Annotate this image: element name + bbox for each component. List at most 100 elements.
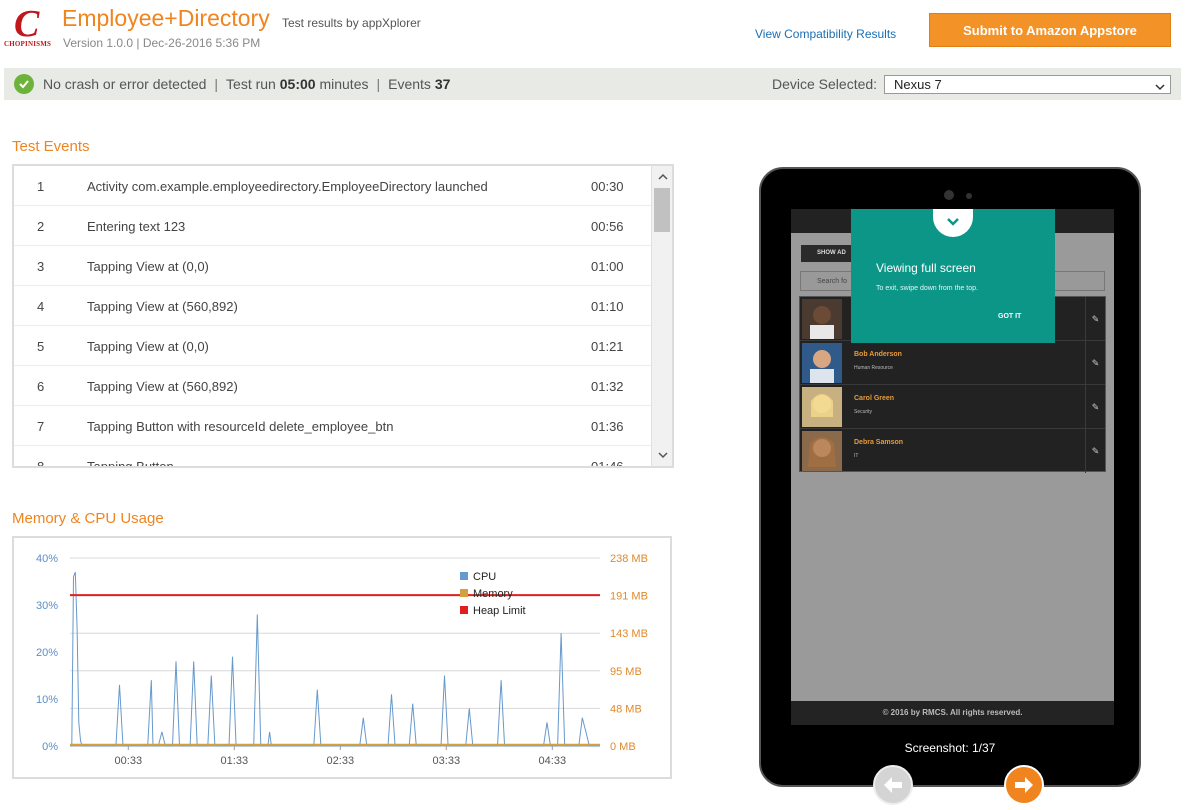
y-right-tick-label: 143 MB <box>610 628 648 640</box>
event-number: 6 <box>37 379 45 394</box>
app-subtitle: Test results by appXplorer <box>282 16 421 30</box>
version-info: Version 1.0.0 | Dec-26-2016 5:36 PM <box>63 36 261 50</box>
fullscreen-overlay: Viewing full screen To exit, swipe down … <box>851 209 1055 343</box>
x-tick-label: 00:33 <box>115 755 143 767</box>
status-message: No crash or error detected <box>43 76 207 92</box>
employee-row: Bob Anderson Human Resource ✎ <box>800 341 1105 385</box>
usage-chart: 238 MB 191 MB 143 MB 95 MB 48 MB 0 MB 40% 30% 20… <box>12 536 672 779</box>
app-title: Employee+Directory <box>62 5 270 31</box>
employee-dept: Security <box>854 409 873 415</box>
event-number: 5 <box>37 339 45 354</box>
event-time: 00:30 <box>591 179 624 194</box>
events-scrollbar[interactable] <box>651 166 672 466</box>
event-row[interactable]: 3 Tapping View at (0,0) 01:00 <box>14 246 651 286</box>
events-label: Events <box>388 76 431 92</box>
device-select[interactable]: Nexus 7 <box>884 75 1171 94</box>
y-left-tick-label: 10% <box>36 694 58 706</box>
arrow-left-icon <box>884 777 902 793</box>
app-logo: C CHOPINISMS <box>4 3 56 50</box>
compatibility-results-link[interactable]: View Compatibility Results <box>755 27 896 41</box>
test-run-prefix: Test run <box>226 76 276 92</box>
pencil-icon: ✎ <box>1085 341 1105 385</box>
event-time: 01:32 <box>591 379 624 394</box>
screenshot-counter: Screenshot: 1/37 <box>904 741 996 755</box>
cpu-series-line <box>70 571 600 747</box>
event-number: 3 <box>37 259 45 274</box>
event-number: 4 <box>37 299 45 314</box>
employee-row: Carol Green Security ✎ <box>800 385 1105 429</box>
event-time: 00:56 <box>591 219 624 234</box>
event-text: Tapping View at (560,892) <box>87 379 238 394</box>
submit-appstore-button[interactable]: Submit to Amazon Appstore <box>929 13 1171 47</box>
employee-row: Debra Samson IT ✎ <box>800 429 1105 473</box>
event-number: 2 <box>37 219 45 234</box>
employee-dept: Human Resource <box>854 365 893 371</box>
legend-label: CPU <box>473 571 496 583</box>
event-text: Tapping View at (0,0) <box>87 339 209 354</box>
event-row[interactable]: 2 Entering text 123 00:56 <box>14 206 651 246</box>
employee-name: Carol Green <box>854 395 895 402</box>
y-left-tick-label: 30% <box>36 600 58 612</box>
scrollbar-thumb[interactable] <box>654 188 670 232</box>
event-number: 8 <box>37 459 45 468</box>
arrow-right-icon <box>1015 777 1033 793</box>
legend-label: Heap Limit <box>473 605 526 617</box>
employee-name: Debra Samson <box>854 439 904 446</box>
event-time: 01:10 <box>591 299 624 314</box>
device-screenshot: SHOW AD Search fo ✎ Bob Anderson Human R… <box>791 209 1114 725</box>
event-time: 01:36 <box>591 419 624 434</box>
test-events-title: Test Events <box>12 138 90 155</box>
event-row[interactable]: 8 Tapping Button 01:46 <box>14 446 651 468</box>
device-label: Device Selected: <box>772 76 878 92</box>
app-footer: © 2016 by RMCS. All rights reserved. <box>791 701 1114 725</box>
status-separator: | <box>214 76 219 92</box>
event-number: 1 <box>37 179 45 194</box>
pencil-icon: ✎ <box>1085 385 1105 429</box>
x-tick-label: 01:33 <box>221 755 249 767</box>
test-run-suffix: minutes <box>319 76 369 92</box>
next-screenshot-button[interactable] <box>1004 765 1044 805</box>
y-left-tick-label: 0% <box>42 741 58 753</box>
pencil-icon: ✎ <box>1085 297 1105 341</box>
chevron-down-icon <box>1155 79 1165 96</box>
event-row[interactable]: 7 Tapping Button with resourceId delete_e… <box>14 406 651 446</box>
employee-dept: IT <box>854 453 859 459</box>
event-row[interactable]: 6 Tapping View at (560,892) 01:32 <box>14 366 651 406</box>
camera-icon <box>944 190 954 200</box>
test-events-list: 1 Activity com.example.employeedirectory.… <box>12 164 674 468</box>
check-icon <box>14 74 34 94</box>
device-frame: SHOW AD Search fo ✎ Bob Anderson Human R… <box>759 167 1141 805</box>
legend-swatch <box>460 572 468 580</box>
event-row[interactable]: 5 Tapping View at (0,0) 01:21 <box>14 326 651 366</box>
y-right-tick-label: 238 MB <box>610 553 648 565</box>
legend-label: Memory <box>473 588 513 600</box>
event-text: Tapping View at (0,0) <box>87 259 209 274</box>
scroll-up-icon[interactable] <box>652 168 672 186</box>
y-right-tick-label: 48 MB <box>610 703 642 715</box>
legend-swatch <box>460 606 468 614</box>
usage-chart-svg: 238 MB 191 MB 143 MB 95 MB 48 MB 0 MB 40% 30% 20… <box>36 553 648 767</box>
x-tick-label: 03:33 <box>433 755 461 767</box>
employee-name: Bob Anderson <box>854 351 902 358</box>
previous-screenshot-button[interactable] <box>873 765 913 805</box>
pencil-icon: ✎ <box>1085 429 1105 473</box>
y-left-tick-label: 20% <box>36 647 58 659</box>
event-text: Activity com.example.employeedirectory.E… <box>87 179 488 194</box>
event-time: 01:21 <box>591 339 624 354</box>
usage-title: Memory & CPU Usage <box>12 510 164 527</box>
test-run-duration: 05:00 <box>279 76 316 92</box>
x-tick-label: 02:33 <box>327 755 355 767</box>
event-text: Tapping Button <box>87 459 174 468</box>
scroll-down-icon[interactable] <box>652 446 672 464</box>
event-time: 01:00 <box>591 259 624 274</box>
status-bar: No crash or error detected | Test run 05… <box>4 68 1181 100</box>
event-row[interactable]: 1 Activity com.example.employeedirectory.… <box>14 166 651 206</box>
event-row[interactable]: 4 Tapping View at (560,892) 01:10 <box>14 286 651 326</box>
chevron-down-icon <box>933 209 973 237</box>
status-separator: | <box>376 76 381 92</box>
employee-photo <box>802 299 842 339</box>
overlay-text: To exit, swipe down from the top. <box>876 285 978 292</box>
employee-photo <box>802 431 842 471</box>
device-select-value: Nexus 7 <box>894 77 942 92</box>
sensor-icon <box>966 193 972 199</box>
